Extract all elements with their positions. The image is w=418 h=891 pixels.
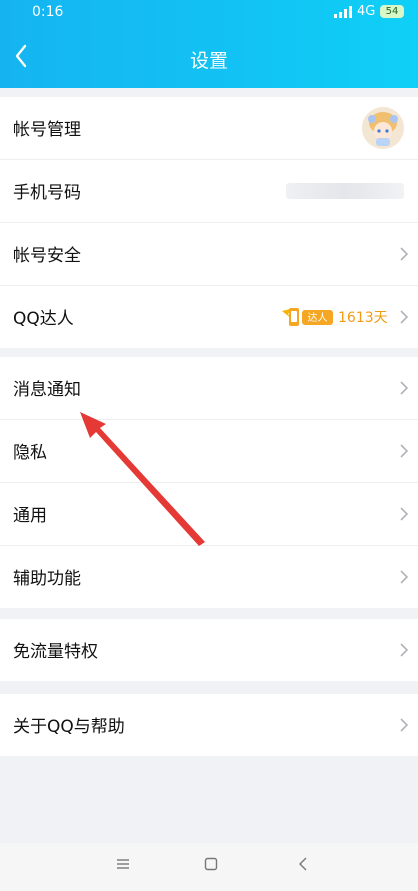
chevron-right-icon (400, 247, 408, 261)
chevron-right-icon (400, 381, 408, 395)
signal-icon (334, 6, 352, 18)
home-icon[interactable] (204, 857, 218, 871)
back-nav-icon[interactable] (296, 857, 310, 871)
settings-item-notifications[interactable]: 消息通知 (0, 357, 418, 420)
settings-group-general: 消息通知 隐私 通用 辅助功能 (0, 357, 418, 608)
phone-number-redacted (286, 183, 404, 199)
settings-item-qq-expert[interactable]: QQ达人 达人 1613天 (0, 286, 418, 348)
settings-group-data: 免流量特权 (0, 619, 418, 681)
settings-item-account-management[interactable]: 帐号管理 (0, 97, 418, 160)
avatar (362, 107, 404, 149)
settings-item-free-data[interactable]: 免流量特权 (0, 619, 418, 681)
settings-item-accessibility[interactable]: 辅助功能 (0, 546, 418, 608)
chevron-right-icon (400, 643, 408, 657)
status-time: 0:16 (32, 4, 64, 20)
expert-days: 1613天 (338, 310, 388, 326)
settings-item-account-security[interactable]: 帐号安全 (0, 223, 418, 286)
settings-item-label: 帐号安全 (13, 246, 81, 266)
expert-badge: 达人 1613天 (280, 305, 390, 329)
settings-item-privacy[interactable]: 隐私 (0, 420, 418, 483)
chevron-right-icon (400, 507, 408, 521)
settings-group-account: 帐号管理 手机号码 帐号安全 QQ达人 达人 1613天 (0, 97, 418, 348)
settings-item-label: 通用 (13, 506, 47, 526)
app-header: 0:16 4G 54 设置 (0, 0, 418, 88)
chevron-right-icon (400, 310, 408, 324)
network-type: 4G (357, 4, 376, 19)
page-title: 设置 (189, 50, 228, 72)
settings-item-label: 隐私 (13, 443, 47, 463)
expert-wing-icon: 达人 (282, 308, 333, 326)
system-nav-bar (0, 843, 418, 891)
settings-group-about: 关于QQ与帮助 (0, 694, 418, 756)
settings-item-phone-number[interactable]: 手机号码 (0, 160, 418, 223)
settings-item-about-help[interactable]: 关于QQ与帮助 (0, 694, 418, 756)
status-bar: 0:16 4G 54 (0, 0, 418, 24)
settings-item-label: 消息通知 (13, 380, 81, 400)
settings-item-label: QQ达人 (13, 309, 74, 329)
chevron-right-icon (400, 570, 408, 584)
settings-item-label: 帐号管理 (13, 120, 81, 140)
menu-icon[interactable] (116, 857, 130, 871)
settings-item-label: 关于QQ与帮助 (13, 717, 125, 737)
chevron-right-icon (400, 444, 408, 458)
settings-item-label: 手机号码 (13, 183, 81, 203)
badge-label: 达人 (308, 312, 328, 324)
chevron-right-icon (400, 718, 408, 732)
battery-icon: 54 (380, 5, 404, 18)
settings-item-label: 辅助功能 (13, 569, 81, 589)
settings-item-label: 免流量特权 (13, 642, 98, 662)
settings-item-general[interactable]: 通用 (0, 483, 418, 546)
